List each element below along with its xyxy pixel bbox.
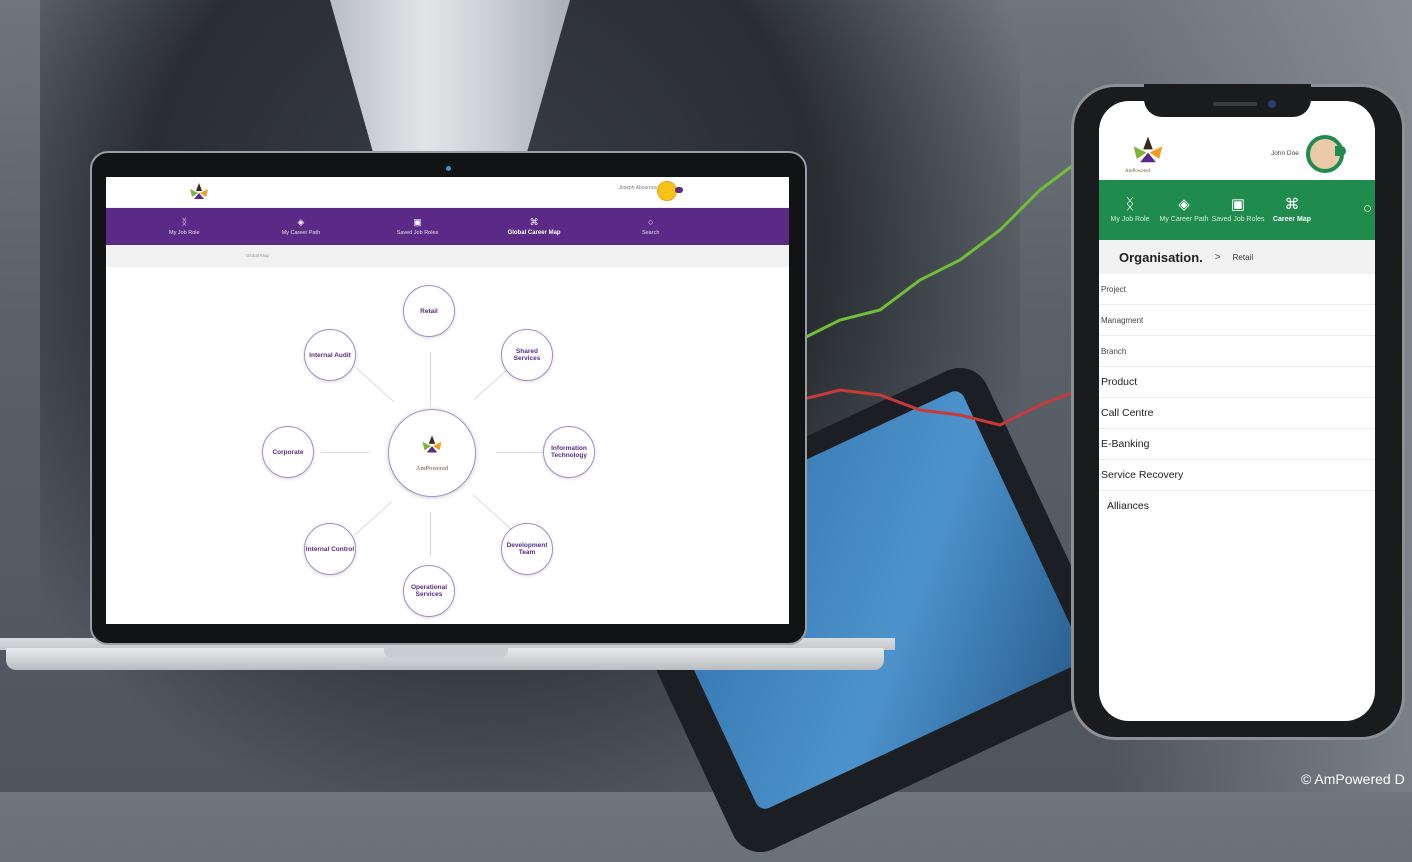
phone-role-list: Project Managment Branch Product Call Ce… (1099, 274, 1375, 521)
spoke-line (496, 452, 544, 453)
bookmark-icon: ▣ (413, 216, 422, 227)
phone-nav-career-map[interactable]: ⌘ Career Map (1265, 196, 1319, 224)
phone-nav-my-career-path[interactable]: ◈ My Career Path (1157, 196, 1211, 224)
laptop-screen: Joseph Abourous ᛝ My Job Role ◈ My Caree… (106, 177, 789, 624)
laptop-nav-my-career-path[interactable]: ◈ My Career Path (266, 216, 336, 236)
list-item[interactable]: Service Recovery (1099, 460, 1375, 491)
spoke-line (354, 501, 392, 536)
nav-label: Search (641, 229, 660, 236)
laptop-user-name[interactable]: Joseph Abourous (618, 185, 657, 191)
spoke-line (355, 367, 395, 403)
breadcrumb-current: Retail (1232, 252, 1254, 262)
career-map: AmPowered Retail Shared Services Informa… (106, 267, 789, 622)
laptop-base (6, 648, 884, 670)
breadcrumb-root[interactable]: Organisation. (1119, 250, 1203, 265)
laptop-nav-global-career-map[interactable]: ⌘ Global Career Map (499, 216, 569, 236)
list-item[interactable]: Call Centre (1099, 398, 1375, 429)
phone-notch (1144, 84, 1311, 117)
list-item[interactable]: Branch (1099, 336, 1375, 367)
phone-user-name[interactable]: John Doe (1271, 150, 1299, 157)
laptop-nav-my-job-role[interactable]: ᛝ My Job Role (149, 216, 219, 236)
tie-icon: ᛝ (1125, 196, 1135, 213)
laptop-nav-saved-job-roles[interactable]: ▣ Saved Job Roles (382, 216, 452, 236)
bookmark-icon: ▣ (1230, 196, 1246, 213)
org-chart-icon: ⌘ (1284, 196, 1300, 213)
nav-label: My Career Path (1159, 216, 1209, 223)
center-label: AmPowered (415, 465, 449, 472)
nav-label: Global Career Map (507, 229, 561, 236)
phone-nav-my-job-role[interactable]: ᛝ My Job Role (1103, 196, 1157, 224)
node-shared-services[interactable]: Shared Services (501, 329, 553, 381)
phone-nav-bar: ᛝ My Job Role ◈ My Career Path ▣ Saved J… (1099, 180, 1375, 240)
node-retail[interactable]: Retail (403, 285, 455, 337)
phone: AmPowered John Doe ᛝ My Job Role ◈ My Ca… (1071, 84, 1405, 740)
background-chart-lines (760, 158, 1081, 427)
phone-screen: AmPowered John Doe ᛝ My Job Role ◈ My Ca… (1099, 101, 1375, 721)
career-path-icon: ◈ (297, 216, 305, 227)
laptop-avatar[interactable] (657, 181, 677, 201)
spoke-line (321, 452, 369, 453)
node-development-team[interactable]: Development Team (501, 523, 553, 575)
laptop: Joseph Abourous ᛝ My Job Role ◈ My Caree… (90, 151, 807, 645)
ampowered-logo[interactable] (184, 181, 214, 203)
search-icon: ○ (647, 216, 654, 227)
phone-breadcrumb: Organisation. > Retail (1099, 240, 1375, 274)
nav-label: My Career Path (281, 229, 321, 236)
nav-label: My Job Role (169, 229, 200, 236)
laptop-nav-search[interactable]: ○ Search (616, 216, 686, 236)
career-path-icon: ◈ (1178, 196, 1190, 213)
tie-icon: ᛝ (181, 216, 187, 227)
laptop-camera (446, 166, 451, 171)
list-item[interactable]: Alliances (1099, 491, 1375, 521)
spoke-line (473, 495, 515, 533)
search-icon[interactable]: ○ (1363, 200, 1372, 217)
node-internal-audit[interactable]: Internal Audit (304, 329, 356, 381)
laptop-nav-bar: ᛝ My Job Role ◈ My Career Path ▣ Saved J… (106, 208, 789, 245)
org-chart-icon: ⌘ (529, 216, 539, 227)
ampowered-logo[interactable] (1124, 133, 1172, 169)
phone-nav-saved-job-roles[interactable]: ▣ Saved Job Roles (1211, 196, 1265, 224)
node-information-technology[interactable]: Information Technology (543, 426, 595, 478)
nav-label: Saved Job Roles (1211, 216, 1265, 223)
breadcrumb-separator: > (1214, 251, 1221, 263)
nav-label: My Job Role (1110, 216, 1150, 223)
ampowered-logo (422, 435, 442, 453)
nav-label: Career Map (1272, 216, 1312, 223)
logo-name: AmPowered (1125, 169, 1150, 174)
spoke-line (430, 512, 431, 557)
laptop-header: Joseph Abourous (106, 177, 789, 208)
copyright-text: © AmPowered D (1301, 771, 1405, 787)
phone-speaker (1213, 102, 1257, 106)
list-item[interactable]: Managment (1099, 305, 1375, 336)
laptop-avatar-tab (675, 187, 683, 193)
phone-camera (1268, 100, 1276, 108)
node-corporate[interactable]: Corporate (262, 426, 314, 478)
nav-label: Saved Job Roles (396, 229, 439, 236)
node-operational-services[interactable]: Operational Services (403, 565, 455, 617)
list-item[interactable]: Product (1099, 367, 1375, 398)
list-item[interactable]: E-Banking (1099, 429, 1375, 460)
laptop-base-notch (384, 648, 508, 658)
spoke-line (430, 352, 431, 407)
center-hub[interactable]: AmPowered (388, 409, 476, 497)
phone-avatar-tab (1335, 146, 1346, 156)
list-item[interactable]: Project (1099, 274, 1375, 305)
node-internal-control[interactable]: Internal Control (304, 523, 356, 575)
laptop-breadcrumb: Global Map (106, 245, 789, 267)
